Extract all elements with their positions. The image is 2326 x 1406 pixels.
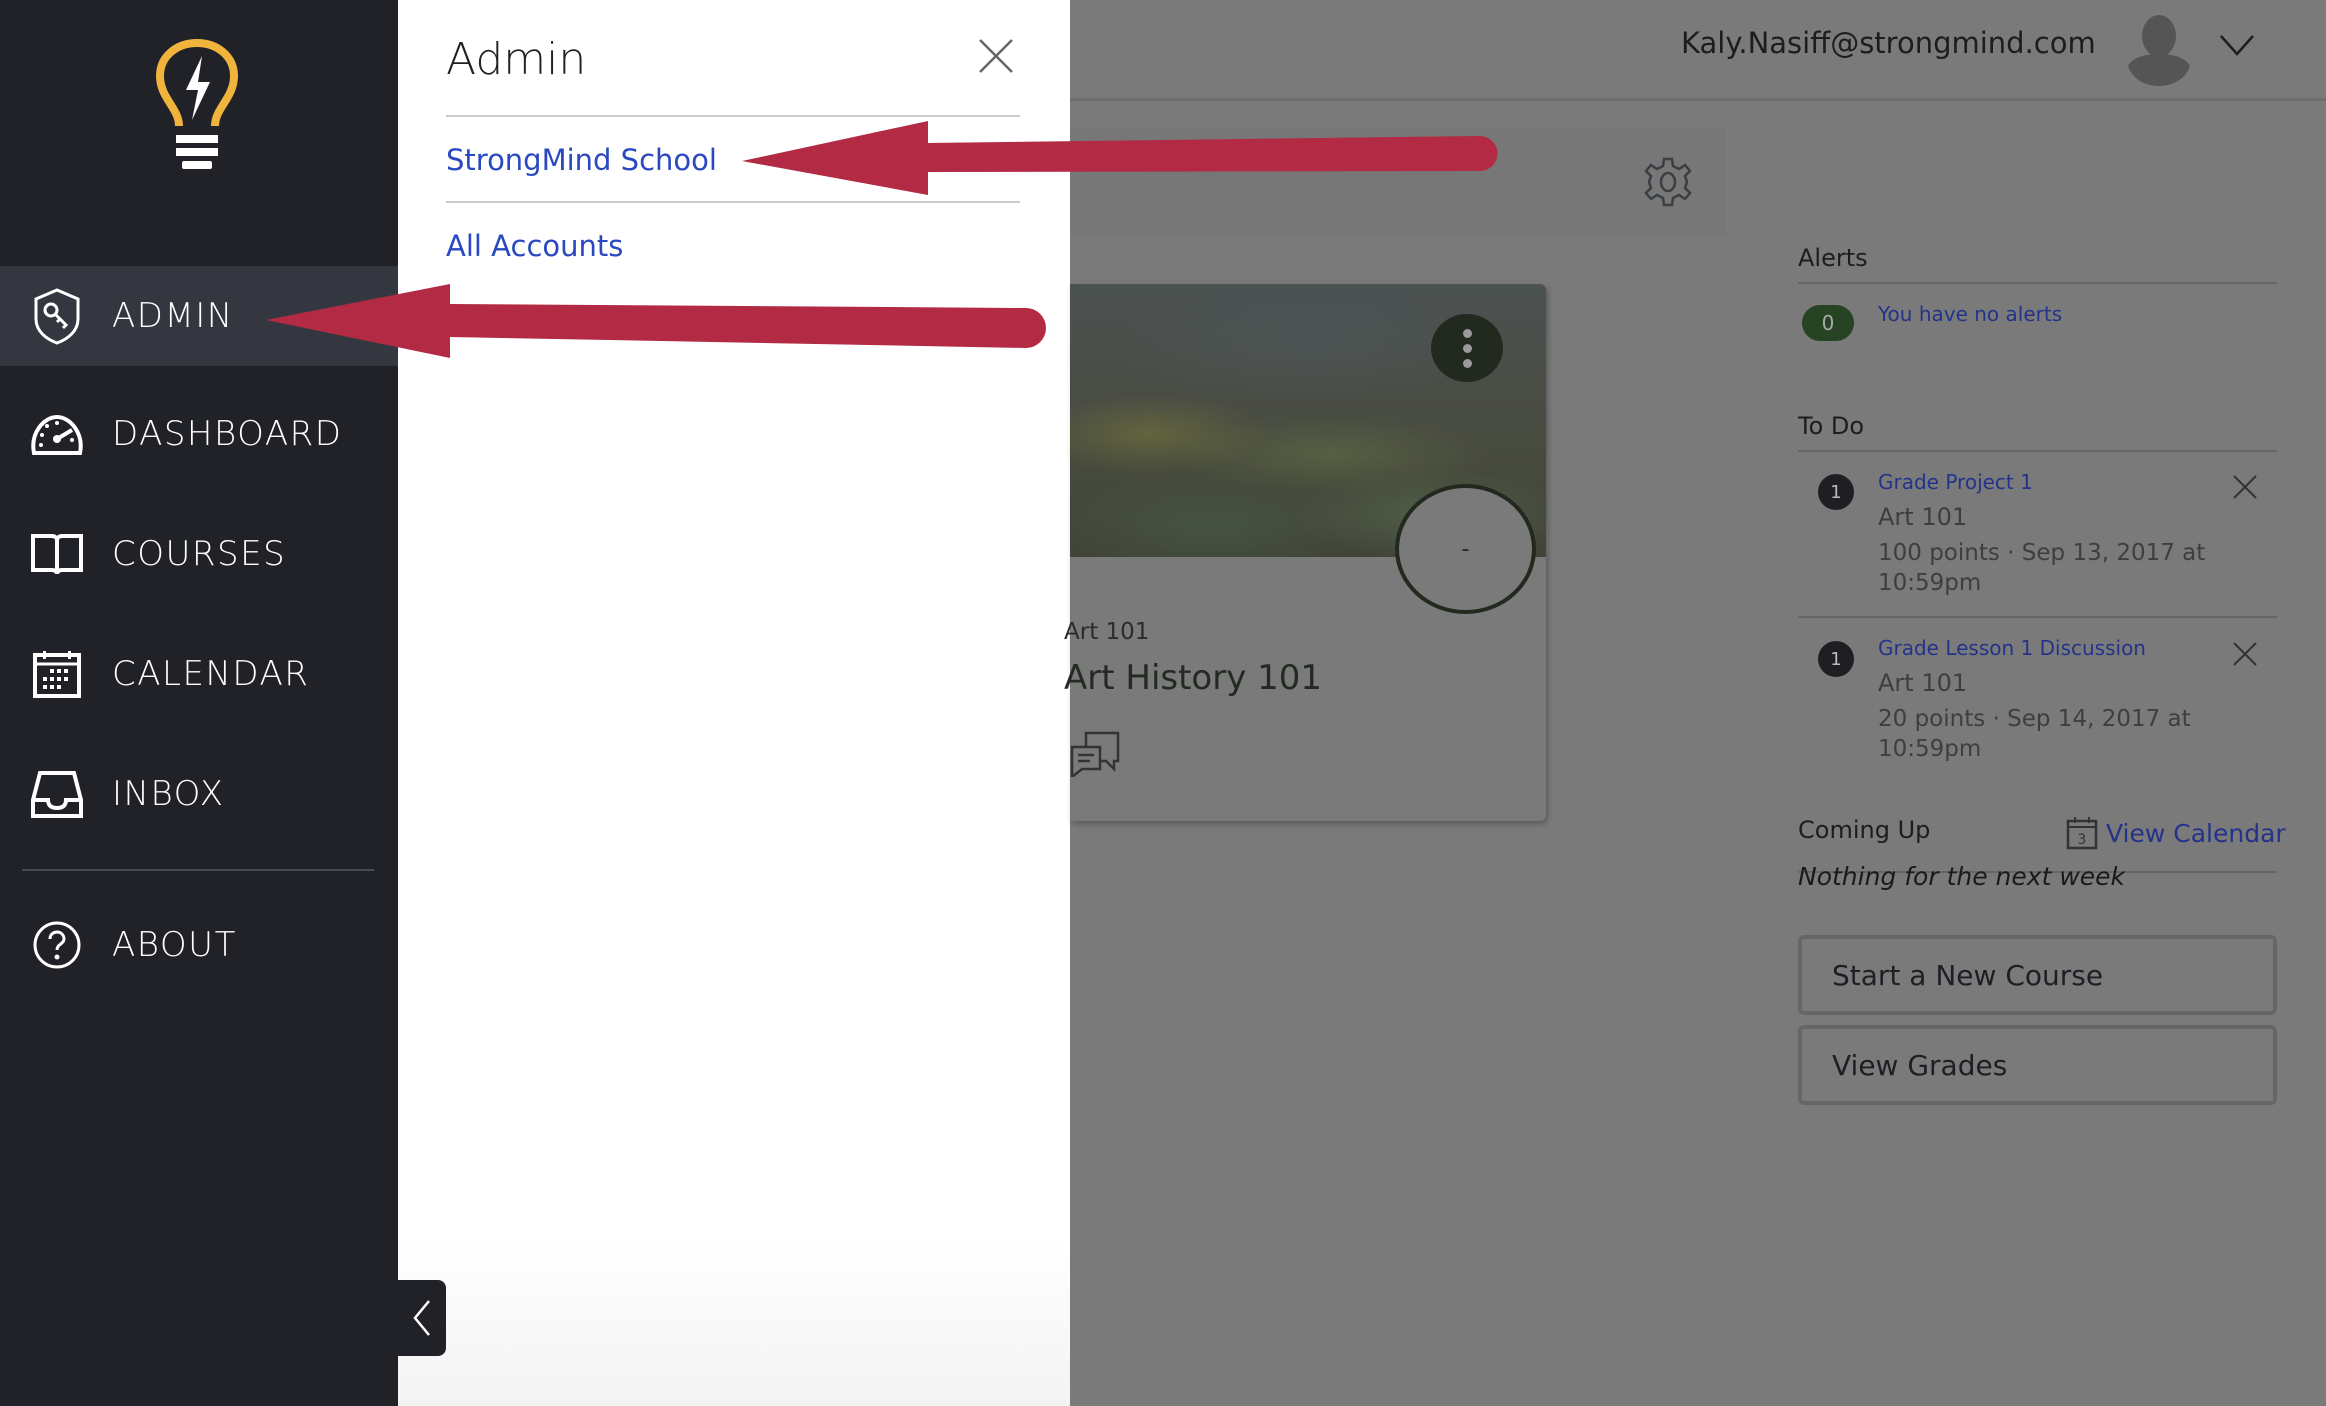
calendar-icon (30, 647, 84, 701)
todo-item-title[interactable]: Grade Lesson 1 Discussion (1878, 636, 2146, 660)
alert-count-badge: 0 (1802, 305, 1854, 341)
sidebar-item-about[interactable]: ABOUT (0, 895, 398, 995)
admin-panel: Admin StrongMind School All Accounts (398, 0, 1070, 1406)
course-card[interactable]: - Art 101 Art History 101 (1064, 284, 1546, 821)
sidebar-item-courses[interactable]: COURSES (0, 504, 398, 604)
view-calendar-label: View Calendar (2106, 818, 2286, 848)
avatar-icon[interactable] (2128, 14, 2190, 86)
alerts-divider (1798, 282, 2277, 284)
sidebar-item-dashboard[interactable]: DASHBOARD (0, 384, 398, 484)
course-title[interactable]: Art History 101 (1064, 658, 1322, 698)
todo-item-meta: 100 points · Sep 13, 2017 at 10:59pm (1878, 540, 2206, 596)
sidebar-item-label: ADMIN (112, 296, 234, 336)
logo-lightbulb-icon (155, 38, 239, 169)
alerts-message[interactable]: You have no alerts (1878, 302, 2062, 326)
header-divider (1070, 98, 2326, 101)
todo-item-divider (1798, 616, 2277, 618)
kebab-dot (1462, 343, 1472, 353)
todo-item-course: Art 101 (1878, 503, 1968, 531)
sidebar-item-label: ABOUT (112, 925, 237, 965)
sidebar-item-calendar[interactable]: CALENDAR (0, 624, 398, 724)
inbox-icon (30, 767, 84, 821)
coming-up-heading: Coming Up (1798, 816, 1931, 844)
sidebar-divider (22, 869, 374, 871)
dashboard-options-bar (1070, 128, 1726, 234)
course-grade-badge: - (1395, 484, 1536, 614)
todo-item-course: Art 101 (1878, 669, 1968, 697)
start-new-course-button[interactable]: Start a New Course (1798, 935, 2277, 1015)
todo-count-badge: 1 (1818, 641, 1854, 677)
collapse-panel-button[interactable] (398, 1280, 446, 1356)
sidebar-item-label: INBOX (112, 774, 225, 814)
sidebar: ADMIN DASHBOARD COURSES CALENDAR INBOX A… (0, 0, 398, 1406)
help-circle-icon (30, 918, 84, 972)
todo-item-title[interactable]: Grade Project 1 (1878, 470, 2033, 494)
kebab-dot (1462, 328, 1472, 338)
dashboard-gauge-icon (30, 407, 84, 461)
panel-title: Admin (446, 34, 587, 85)
dismiss-todo-icon[interactable] (2232, 641, 2258, 667)
course-card-menu-button[interactable] (1431, 314, 1503, 382)
course-code: Art 101 (1064, 619, 1150, 645)
view-grades-button[interactable]: View Grades (1798, 1025, 2277, 1105)
todo-item-meta: 20 points · Sep 14, 2017 at 10:59pm (1878, 706, 2191, 762)
sidebar-item-inbox[interactable]: INBOX (0, 744, 398, 844)
sidebar-item-admin[interactable]: ADMIN (0, 266, 398, 366)
panel-divider (446, 115, 1020, 117)
link-all-accounts[interactable]: All Accounts (446, 229, 623, 263)
book-icon (30, 527, 84, 581)
view-calendar-link[interactable]: 3 View Calendar (2066, 816, 2286, 850)
link-strongmind-school[interactable]: StrongMind School (446, 143, 717, 177)
todo-divider (1798, 450, 2277, 452)
discussions-icon[interactable] (1070, 729, 1120, 777)
panel-divider (446, 201, 1020, 203)
calendar-day-icon: 3 (2066, 817, 2098, 850)
todo-heading: To Do (1798, 412, 1865, 440)
sidebar-item-label: CALENDAR (112, 654, 310, 694)
todo-count-badge: 1 (1818, 474, 1854, 510)
shield-key-icon (30, 288, 84, 345)
chevron-down-icon[interactable] (2218, 32, 2256, 58)
close-icon[interactable] (976, 36, 1016, 76)
gear-icon[interactable] (1642, 156, 1694, 208)
svg-text:3: 3 (2078, 832, 2087, 848)
sidebar-item-label: COURSES (112, 534, 287, 574)
kebab-dot (1462, 358, 1472, 368)
sidebar-item-label: DASHBOARD (112, 414, 343, 454)
user-email[interactable]: Kaly.Nasiff@strongmind.com (1681, 26, 2096, 60)
chevron-left-icon (413, 1300, 430, 1336)
alerts-heading: Alerts (1798, 244, 1868, 272)
dismiss-todo-icon[interactable] (2232, 474, 2258, 500)
coming-up-empty: Nothing for the next week (1798, 862, 2126, 891)
